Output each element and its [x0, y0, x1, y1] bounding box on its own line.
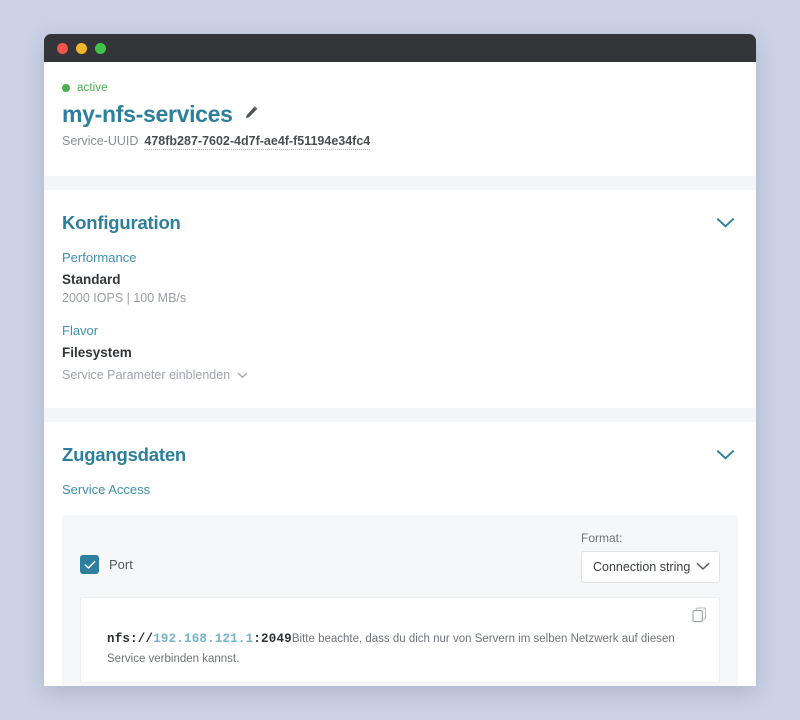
section-divider-2	[44, 408, 756, 422]
service-access-label: Service Access	[62, 482, 151, 497]
close-button[interactable]	[57, 42, 68, 54]
uuid-label: Service-UUID	[62, 134, 139, 148]
format-group: Format: Connection string	[581, 531, 720, 583]
maximize-button[interactable]	[95, 42, 106, 54]
service-parameter-toggle-label: Service Parameter einblenden	[62, 368, 231, 382]
access-controls-row: Port Format: Connection string	[80, 531, 720, 583]
konfiguration-section: Konfiguration Performance Standard 2000 …	[44, 190, 756, 408]
connection-string-line: nfs://192.168.121.1:2049Bitte beachte, d…	[95, 628, 705, 668]
title-row: my-nfs-services	[62, 101, 738, 128]
browser-window: active my-nfs-services Service-UUID 478f…	[44, 34, 756, 686]
service-access-panel: Port Format: Connection string nfs://192…	[62, 515, 738, 686]
uuid-value[interactable]: 478fb287-7602-4d7f-ae4f-f51194e34fc4	[144, 134, 371, 150]
service-header: active my-nfs-services Service-UUID 478f…	[44, 62, 756, 176]
performance-detail: 2000 IOPS | 100 MB/s	[62, 291, 187, 305]
status-dot-icon	[62, 84, 70, 92]
zugangsdaten-section: Zugangsdaten Service Access Port Format:…	[44, 422, 756, 686]
format-select-value: Connection string	[593, 560, 691, 574]
status-label: active	[77, 82, 108, 94]
format-select[interactable]: Connection string	[581, 551, 720, 583]
connection-string[interactable]: nfs://192.168.121.1:2049	[107, 632, 292, 646]
section-divider-1	[44, 176, 756, 190]
chevron-down-icon	[237, 368, 248, 382]
connection-host: 192.168.121.1	[153, 632, 254, 646]
chevron-down-icon	[696, 558, 710, 576]
performance-value: Standard	[62, 272, 121, 287]
port-checkbox[interactable]	[80, 555, 99, 574]
copy-icon[interactable]	[692, 607, 707, 623]
app-root: active my-nfs-services Service-UUID 478f…	[0, 0, 800, 720]
konfiguration-title: Konfiguration	[62, 212, 181, 233]
zugangsdaten-header[interactable]: Zugangsdaten	[62, 442, 738, 468]
zugangsdaten-title: Zugangsdaten	[62, 444, 187, 465]
page-title: my-nfs-services	[62, 101, 233, 127]
connection-port: :2049	[253, 632, 292, 646]
uuid-row: Service-UUID 478fb287-7602-4d7f-ae4f-f51…	[62, 134, 738, 150]
konfiguration-header[interactable]: Konfiguration	[62, 210, 738, 236]
connection-scheme: nfs://	[107, 632, 154, 646]
window-body: active my-nfs-services Service-UUID 478f…	[44, 62, 756, 686]
service-parameter-toggle[interactable]: Service Parameter einblenden	[62, 368, 248, 382]
minimize-button[interactable]	[76, 42, 87, 54]
window-titlebar	[44, 34, 756, 62]
port-checkbox-row[interactable]: Port	[80, 555, 133, 583]
chevron-down-icon[interactable]	[712, 210, 738, 236]
port-checkbox-label: Port	[109, 557, 133, 572]
chevron-down-icon[interactable]	[712, 442, 738, 468]
flavor-label: Flavor	[62, 323, 99, 338]
status-badge: active	[62, 82, 738, 94]
connection-string-box: nfs://192.168.121.1:2049Bitte beachte, d…	[80, 597, 720, 683]
performance-label: Performance	[62, 250, 137, 265]
flavor-value: Filesystem	[62, 345, 132, 360]
format-label: Format:	[581, 531, 623, 545]
pencil-icon[interactable]	[244, 105, 259, 125]
